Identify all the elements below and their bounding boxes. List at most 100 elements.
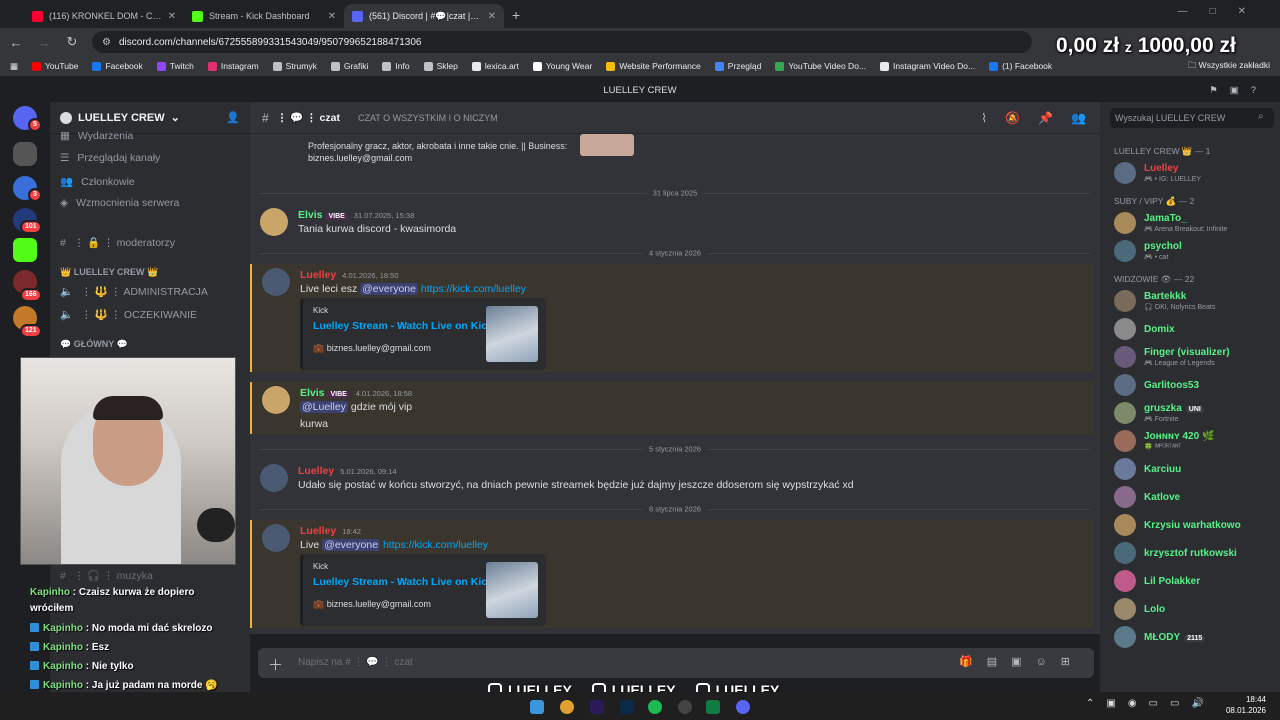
member-item[interactable]: Jᴏʜɴɴʏ 420 🌿 🍀 ᴵᴹᴾᴼᴿᵀᴬᴺᵀ: [1114, 430, 1280, 454]
message-author[interactable]: Luelley 4.01.2026, 18:50: [300, 269, 399, 281]
avatar[interactable]: [262, 524, 290, 552]
browser-tab-discord[interactable]: (561) Discord | #💬|czat | LUEL ✕: [344, 4, 504, 28]
message-composer[interactable]: ＋ Napisz na # ⋮ 💬 ⋮ czat 🎁▤▣☺⊞: [258, 648, 1094, 678]
member-item[interactable]: JamaTo_ 🎮 Arena Breakout: Infinite: [1114, 212, 1280, 236]
mute-icon[interactable]: 🔕: [1005, 111, 1020, 125]
browser-tab-kick[interactable]: Stream - Kick Dashboard ✕: [184, 4, 344, 28]
bookmark-item[interactable]: Young Wear: [532, 61, 592, 71]
message-item[interactable]: Elvis VIBE 4.01.2026, 18:58 @Luelley gdzi…: [250, 382, 1093, 434]
bookmark-item[interactable]: Website Performance: [606, 61, 701, 71]
close-icon[interactable]: ✕: [328, 11, 336, 22]
new-tab-button[interactable]: +: [504, 4, 528, 28]
category-luelley-crew[interactable]: 👑 LUELLEY CREW 👑: [60, 267, 158, 278]
apps-icon[interactable]: ▦: [10, 61, 18, 72]
threads-icon[interactable]: ⌇: [981, 111, 987, 125]
embed-thumbnail[interactable]: [486, 306, 538, 362]
bookmark-item[interactable]: Przegląd: [714, 61, 761, 71]
message-author[interactable]: Luelley 5.01.2026, 09:14: [298, 465, 397, 477]
add-attachment-icon[interactable]: ＋: [268, 654, 283, 675]
system-tray-icons[interactable]: ⌃▣◉▭▭🔊: [1086, 698, 1216, 709]
channel-item-boosts[interactable]: ◈ Wzmocnienia serwera: [60, 197, 179, 209]
window-controls[interactable]: —□✕: [1178, 6, 1268, 17]
member-item[interactable]: Luelley 🎮 • IG: LUELLEY: [1114, 162, 1280, 186]
search-input[interactable]: Wyszukaj LUELLEY CREW: [1110, 108, 1274, 128]
message-item[interactable]: Luelley 5.01.2026, 09:14 Udało się postać…: [250, 460, 1093, 500]
discord-taskbar-icon[interactable]: [736, 700, 750, 714]
title-bar-icons[interactable]: ⚑▣?: [1209, 80, 1268, 102]
chrome-icon[interactable]: [560, 700, 574, 714]
message-link[interactable]: https://kick.com/luelley: [383, 539, 488, 551]
start-icon[interactable]: [530, 700, 544, 714]
system-clock[interactable]: 18:44 08.01.2026: [1226, 694, 1266, 716]
avatar[interactable]: [262, 268, 290, 296]
excel-icon[interactable]: [706, 700, 720, 714]
bookmark-item[interactable]: Instagram Video Do...: [880, 61, 975, 71]
server-icon[interactable]: [13, 142, 37, 166]
composer-tools-icons[interactable]: 🎁▤▣☺⊞: [959, 655, 1084, 668]
mention[interactable]: @Luelley: [300, 401, 348, 413]
bookmark-item[interactable]: Twitch: [156, 61, 194, 71]
close-icon[interactable]: ✕: [168, 11, 176, 22]
message-item[interactable]: Luelley 4.01.2026, 18:50 Live leci esz @e…: [250, 264, 1093, 372]
channel-oczekiwanie[interactable]: 🔈 ⋮ 🔱 ⋮ OCZEKIWANIE: [60, 308, 197, 321]
bookmark-item[interactable]: Strumyk: [272, 61, 317, 71]
member-item[interactable]: Bartekkk 🎧 OKI, Nolyrics Beats: [1114, 290, 1280, 314]
channel-administracja[interactable]: 🔈 ⋮ 🔱 ⋮ ADMINISTRACJA: [60, 285, 208, 298]
member-item[interactable]: psychol 🎮 • cat: [1114, 240, 1280, 264]
member-item[interactable]: krzysztof rutkowski: [1114, 542, 1280, 566]
avatar[interactable]: [260, 208, 288, 236]
member-item[interactable]: Lolo: [1114, 598, 1280, 622]
spotify-icon[interactable]: [648, 700, 662, 714]
member-item[interactable]: Garlitoos53: [1114, 374, 1280, 398]
invite-icon[interactable]: 👤: [226, 111, 240, 124]
member-list-icon[interactable]: 👥: [1071, 111, 1086, 125]
member-item[interactable]: Domix: [1114, 318, 1280, 342]
obs-icon[interactable]: [678, 700, 692, 714]
bookmark-item[interactable]: lexica.art: [471, 61, 519, 71]
message-item[interactable]: Luelley 18:42 Live @everyone https://kick…: [250, 520, 1093, 628]
member-item[interactable]: Krzysiu warhatkowo: [1114, 514, 1280, 538]
close-icon[interactable]: ✕: [488, 11, 496, 22]
member-item[interactable]: MŁODY 2115: [1114, 626, 1280, 650]
bookmark-item[interactable]: YouTube: [32, 61, 78, 71]
channel-item-browse[interactable]: ☰ Przeglądaj kanały: [60, 152, 160, 164]
embed-title[interactable]: Luelley Stream - Watch Live on Kick: [313, 576, 493, 588]
bookmark-item[interactable]: Facebook: [92, 61, 143, 71]
message-author[interactable]: Luelley 18:42: [300, 525, 361, 537]
back-icon[interactable]: ←: [8, 35, 24, 50]
reload-icon[interactable]: ↻: [64, 34, 80, 50]
message-link[interactable]: https://kick.com/luelley: [421, 283, 526, 295]
channel-item-members[interactable]: 👥 Członkowie: [60, 175, 135, 189]
member-item[interactable]: Katlove: [1114, 486, 1280, 510]
category-glowny[interactable]: 💬 GŁÓWNY 💬: [60, 339, 128, 350]
member-item[interactable]: Lil Polakker: [1114, 570, 1280, 594]
mention[interactable]: @everyone: [322, 539, 381, 551]
link-embed[interactable]: Kick Luelley Stream - Watch Live on Kick…: [300, 554, 546, 626]
embed-title[interactable]: Luelley Stream - Watch Live on Kick: [313, 320, 493, 332]
site-info-icon[interactable]: ⚙: [102, 37, 111, 48]
avatar[interactable]: [262, 386, 290, 414]
photoshop-icon[interactable]: [620, 700, 634, 714]
bookmark-item[interactable]: Instagram: [207, 61, 259, 71]
channel-muzyka[interactable]: # ⋮ 🎧 ⋮ muzyka: [60, 569, 153, 583]
bookmark-item[interactable]: YouTube Video Do...: [775, 61, 866, 71]
bookmark-item[interactable]: (1) Facebook: [989, 61, 1052, 71]
embed-thumbnail[interactable]: [486, 562, 538, 618]
bookmark-item[interactable]: Grafiki: [330, 61, 368, 71]
mention[interactable]: @everyone: [360, 283, 418, 295]
member-item[interactable]: gruszka UNI 🎮 Fortnite: [1114, 402, 1280, 426]
member-item[interactable]: Karciuu: [1114, 458, 1280, 482]
channel-moderatorzy[interactable]: # ⋮ 🔒 ⋮ moderatorzy: [60, 236, 175, 250]
kick-server-icon[interactable]: [13, 238, 37, 262]
pin-icon[interactable]: 📌: [1038, 111, 1053, 125]
all-bookmarks[interactable]: 🗀 Wszystkie zakładki: [1188, 60, 1270, 74]
message-author[interactable]: Elvis VIBE 4.01.2026, 18:58: [300, 387, 412, 399]
message-item[interactable]: Elvis VIBE 31.07.2025, 15:38 Tania kurwa …: [250, 204, 1093, 244]
message-author[interactable]: Elvis VIBE 31.07.2025, 15:38: [298, 209, 414, 221]
search-icon[interactable]: ⌕: [1258, 111, 1264, 122]
url-field[interactable]: ⚙ discord.com/channels/672555899331543049…: [92, 31, 1032, 53]
premiere-icon[interactable]: [590, 700, 604, 714]
bookmark-item[interactable]: Sklep: [423, 61, 458, 71]
link-embed[interactable]: Kick Luelley Stream - Watch Live on Kick…: [300, 298, 546, 370]
browser-tab-youtube[interactable]: (116) KRONKEL DOM - CHU ✕: [24, 4, 184, 28]
